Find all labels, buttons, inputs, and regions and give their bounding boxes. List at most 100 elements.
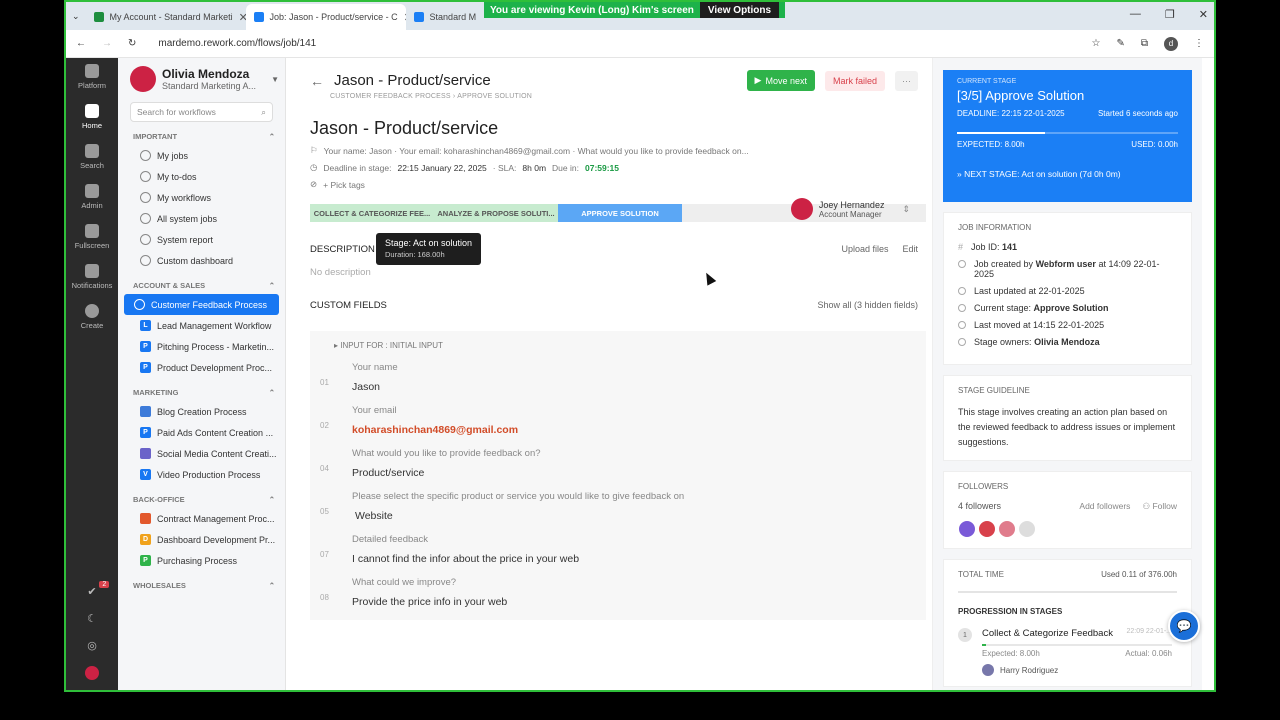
sidebar-item-lead-management[interactable]: L Lead Management Workflow bbox=[124, 315, 279, 336]
chevron-updown-icon[interactable]: ⇕ bbox=[902, 204, 910, 215]
section-important[interactable]: IMPORTANT ⌃ bbox=[133, 132, 279, 141]
bookmark-star-icon[interactable]: ☆ bbox=[1092, 38, 1101, 49]
section-marketing[interactable]: MARKETING ⌃ bbox=[133, 388, 279, 397]
more-button[interactable]: ··· bbox=[895, 70, 918, 91]
clock-icon bbox=[958, 321, 966, 329]
section-account-sales[interactable]: ACCOUNT & SALES ⌃ bbox=[133, 281, 279, 290]
job-detail: ← Jason - Product/service ▶ Move next Mar… bbox=[286, 58, 932, 690]
back-icon[interactable]: ← bbox=[76, 38, 86, 49]
profile-avatar[interactable]: d bbox=[1164, 36, 1178, 51]
dashboard-icon bbox=[140, 255, 151, 266]
sidebar-item-video[interactable]: V Video Production Process bbox=[124, 464, 279, 485]
url-field[interactable]: mardemo.rework.com/flows/job/141 bbox=[158, 38, 1075, 49]
address-bar: ← → ↻ mardemo.rework.com/flows/job/141 ☆… bbox=[66, 30, 1214, 58]
workflow-icon bbox=[134, 299, 145, 310]
sidebar-item-contract[interactable]: Contract Management Proc... bbox=[124, 508, 279, 529]
stage-act[interactable] bbox=[682, 204, 804, 222]
tab-list-icon[interactable]: ⌄ bbox=[72, 11, 86, 30]
show-all-button[interactable]: Show all (3 hidden fields) bbox=[817, 300, 918, 311]
menu-kebab-icon[interactable]: ⋮ bbox=[1194, 38, 1204, 49]
follow-button[interactable]: ⚇ Follow bbox=[1142, 501, 1177, 512]
stage-analyze[interactable]: ANALYZE & PROPOSE SOLUTI... bbox=[434, 204, 558, 222]
sidebar-item-product-dev[interactable]: P Product Development Proc... bbox=[124, 357, 279, 378]
avatar[interactable] bbox=[978, 520, 996, 538]
sidebar-item-dashboard-dev[interactable]: D Dashboard Development Pr... bbox=[124, 529, 279, 550]
chevron-up-icon: ⌃ bbox=[268, 132, 275, 141]
rail-home[interactable]: Home bbox=[82, 104, 102, 130]
rail-create[interactable]: Create bbox=[81, 304, 103, 330]
avatar[interactable] bbox=[1018, 520, 1036, 538]
chat-button[interactable]: 💬 bbox=[1168, 610, 1200, 642]
progression-item: 1 Collect & Categorize Feedback 22:09 22-… bbox=[958, 628, 1177, 676]
forward-icon[interactable]: → bbox=[102, 38, 112, 49]
workflow-icon bbox=[140, 192, 151, 203]
close-tab-icon[interactable]: ✕ bbox=[239, 11, 246, 24]
field-row: 01 Your name Jason bbox=[320, 362, 398, 393]
tab-my-account[interactable]: My Account - Standard Marketi✕ bbox=[86, 4, 246, 30]
back-arrow-icon[interactable]: ← bbox=[310, 73, 324, 89]
sidebar-item-my-todos[interactable]: My to-dos bbox=[124, 166, 279, 187]
rail-platform[interactable]: Platform bbox=[78, 64, 106, 90]
stage-collect[interactable]: COLLECT & CATEGORIZE FEE... bbox=[310, 204, 434, 222]
rail-fullscreen[interactable]: Fullscreen bbox=[75, 224, 109, 250]
sidebar-item-system-report[interactable]: System report bbox=[124, 229, 279, 250]
sidebar-item-my-workflows[interactable]: My workflows bbox=[124, 187, 279, 208]
sidebar-item-my-jobs[interactable]: My jobs bbox=[124, 145, 279, 166]
tag-icon: ⊘ bbox=[310, 179, 318, 189]
sidebar-item-pitching[interactable]: P Pitching Process - Marketin... bbox=[124, 336, 279, 357]
stage-progress-bar bbox=[982, 644, 1172, 646]
edit-button[interactable]: Edit bbox=[902, 244, 918, 255]
moon-icon[interactable]: ☾ bbox=[87, 612, 97, 625]
next-stage-link[interactable]: » NEXT STAGE: Act on solution (7d 0h 0m) bbox=[957, 169, 1178, 179]
minimize-icon[interactable]: — bbox=[1130, 8, 1141, 21]
upload-files-button[interactable]: Upload files bbox=[841, 244, 888, 255]
help-icon[interactable]: ◎ bbox=[87, 639, 97, 652]
user-switcher[interactable]: Olivia Mendoza Standard Marketing A... ▼ bbox=[124, 66, 279, 92]
avatar[interactable] bbox=[998, 520, 1016, 538]
avatar[interactable] bbox=[958, 520, 976, 538]
move-next-button[interactable]: ▶ Move next bbox=[746, 70, 815, 91]
reload-icon[interactable]: ↻ bbox=[128, 38, 136, 49]
sidebar-item-social-media[interactable]: Social Media Content Creati... bbox=[124, 443, 279, 464]
add-followers-button[interactable]: Add followers bbox=[1079, 501, 1130, 512]
user-avatar[interactable] bbox=[85, 666, 99, 680]
todo-check-icon[interactable]: ✔ 2 bbox=[87, 581, 110, 598]
input-group-header[interactable]: ▸ INPUT FOR : INITIAL INPUT bbox=[334, 341, 926, 350]
user-org: Standard Marketing A... bbox=[162, 81, 257, 91]
pick-tags-button[interactable]: + Pick tags bbox=[323, 180, 365, 190]
restore-icon[interactable]: ❐ bbox=[1165, 8, 1175, 21]
chevron-up-icon: ⌃ bbox=[268, 495, 275, 504]
home-icon bbox=[84, 104, 99, 118]
sidebar-item-blog[interactable]: Blog Creation Process bbox=[124, 401, 279, 422]
caret-down-icon[interactable]: ▼ bbox=[271, 75, 279, 84]
letter-icon: P bbox=[140, 362, 151, 373]
letter-icon: V bbox=[140, 469, 151, 480]
email-link[interactable]: koharashinchan4869@gmail.com bbox=[352, 424, 518, 436]
rail-search[interactable]: Search bbox=[80, 144, 104, 170]
rail-notifications[interactable]: Notifications bbox=[72, 264, 112, 290]
custom-fields-header: CUSTOM FIELDS Show all (3 hidden fields) bbox=[310, 300, 918, 311]
stage-approve[interactable]: APPROVE SOLUTION bbox=[558, 204, 682, 222]
extension-icon[interactable]: ✎ bbox=[1116, 38, 1124, 49]
tab-job[interactable]: Job: Jason - Product/service - C✕ bbox=[245, 4, 406, 30]
section-back-office[interactable]: BACK-OFFICE ⌃ bbox=[133, 495, 279, 504]
search-icon bbox=[84, 144, 99, 158]
sidebar-item-paid-ads[interactable]: P Paid Ads Content Creation ... bbox=[124, 422, 279, 443]
follower-avatars bbox=[958, 520, 1177, 538]
play-icon: ▶ bbox=[754, 75, 762, 85]
assignee[interactable]: Joey Hernandez Account Manager ⇕ bbox=[790, 198, 910, 220]
mark-failed-button[interactable]: Mark failed bbox=[824, 70, 885, 91]
workflow-search-input[interactable]: Search for workflows ⌕ bbox=[130, 102, 273, 122]
window-controls: — ❐ ✕ bbox=[1130, 8, 1208, 21]
sidebar-item-all-system-jobs[interactable]: All system jobs bbox=[124, 208, 279, 229]
close-window-icon[interactable]: ✕ bbox=[1199, 8, 1208, 21]
rail-admin[interactable]: Admin bbox=[81, 184, 103, 210]
clock-icon bbox=[958, 287, 966, 295]
puzzle-icon[interactable]: ⧉ bbox=[1141, 38, 1148, 49]
bookmark-icon[interactable]: ⚐ bbox=[310, 145, 318, 156]
sidebar-item-customer-feedback[interactable]: Customer Feedback Process bbox=[124, 294, 279, 315]
sidebar-item-custom-dashboard[interactable]: Custom dashboard bbox=[124, 250, 279, 271]
view-options-button[interactable]: View Options bbox=[699, 2, 780, 18]
section-wholesales[interactable]: WHOLESALES ⌃ bbox=[133, 581, 279, 590]
sidebar-item-purchasing[interactable]: P Purchasing Process bbox=[124, 550, 279, 571]
